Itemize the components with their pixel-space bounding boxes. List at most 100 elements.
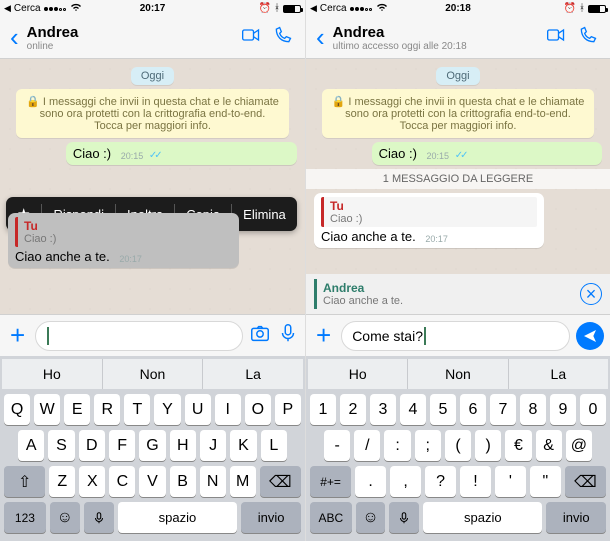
- key-K[interactable]: K: [230, 430, 256, 461]
- key-7[interactable]: 7: [490, 394, 516, 425]
- message-in-selected[interactable]: Tu Ciao :) Ciao anche a te. 20:17: [8, 213, 239, 268]
- video-call-button[interactable]: [235, 25, 267, 50]
- key-6[interactable]: 6: [460, 394, 486, 425]
- key-,[interactable]: ,: [390, 466, 421, 497]
- reply-preview-box[interactable]: Andrea Ciao anche a te.: [314, 279, 580, 309]
- symbols-key[interactable]: #+=: [310, 466, 351, 497]
- message-in[interactable]: Tu Ciao :) Ciao anche a te. 20:17: [314, 193, 544, 248]
- backspace-key[interactable]: ⌫: [260, 466, 301, 497]
- key-U[interactable]: U: [185, 394, 211, 425]
- key--[interactable]: -: [324, 430, 350, 461]
- reply-preview-close[interactable]: ×: [580, 283, 602, 305]
- key-9[interactable]: 9: [550, 394, 576, 425]
- message-out[interactable]: Ciao :) 20:15 ✓✓: [372, 142, 602, 165]
- mic-button[interactable]: [277, 322, 299, 349]
- emoji-key[interactable]: ☺: [50, 502, 80, 533]
- key-N[interactable]: N: [200, 466, 226, 497]
- key-)[interactable]: ): [475, 430, 501, 461]
- space-key[interactable]: spazio: [118, 502, 238, 533]
- key-4[interactable]: 4: [400, 394, 426, 425]
- key-€[interactable]: €: [505, 430, 531, 461]
- pred-3[interactable]: La: [202, 359, 303, 389]
- pred-1[interactable]: Ho: [2, 359, 102, 389]
- space-key[interactable]: spazio: [423, 502, 542, 533]
- key-E[interactable]: E: [64, 394, 90, 425]
- key-?[interactable]: ?: [425, 466, 456, 497]
- key-T[interactable]: T: [124, 394, 150, 425]
- key-@[interactable]: @: [566, 430, 592, 461]
- key-2[interactable]: 2: [340, 394, 366, 425]
- key-W[interactable]: W: [34, 394, 60, 425]
- key-:[interactable]: :: [384, 430, 410, 461]
- ctx-delete[interactable]: Elimina: [232, 204, 297, 224]
- key-R[interactable]: R: [94, 394, 120, 425]
- pred-1[interactable]: Ho: [308, 359, 407, 389]
- back-to-app-label[interactable]: Cerca: [320, 3, 347, 14]
- backspace-key[interactable]: ⌫: [565, 466, 606, 497]
- key-S[interactable]: S: [48, 430, 74, 461]
- voice-call-button[interactable]: [572, 25, 604, 50]
- dictation-key[interactable]: [389, 502, 419, 533]
- key-/[interactable]: /: [354, 430, 380, 461]
- key-M[interactable]: M: [230, 466, 256, 497]
- key-J[interactable]: J: [200, 430, 226, 461]
- key-'[interactable]: ': [495, 466, 526, 497]
- pred-2[interactable]: Non: [407, 359, 507, 389]
- key-Z[interactable]: Z: [49, 466, 75, 497]
- key-Y[interactable]: Y: [154, 394, 180, 425]
- emoji-key[interactable]: ☺: [356, 502, 386, 533]
- attach-button[interactable]: +: [312, 320, 335, 351]
- pred-3[interactable]: La: [508, 359, 608, 389]
- numbers-key[interactable]: 123: [4, 502, 46, 533]
- key-;[interactable]: ;: [415, 430, 441, 461]
- key-3[interactable]: 3: [370, 394, 396, 425]
- camera-button[interactable]: [249, 322, 271, 349]
- back-button[interactable]: ‹: [312, 22, 329, 53]
- key-"[interactable]: ": [530, 466, 561, 497]
- voice-call-button[interactable]: [267, 25, 299, 50]
- message-input[interactable]: Come stai?: [341, 321, 570, 351]
- key-8[interactable]: 8: [520, 394, 546, 425]
- key-.[interactable]: .: [355, 466, 386, 497]
- encryption-notice[interactable]: 🔒 I messaggi che invii in questa chat e …: [16, 89, 289, 138]
- attach-button[interactable]: +: [6, 320, 29, 351]
- key-B[interactable]: B: [170, 466, 196, 497]
- back-to-app-icon[interactable]: ◀: [310, 3, 317, 14]
- key-X[interactable]: X: [79, 466, 105, 497]
- key-F[interactable]: F: [109, 430, 135, 461]
- key-C[interactable]: C: [109, 466, 135, 497]
- key-1[interactable]: 1: [310, 394, 336, 425]
- key-V[interactable]: V: [139, 466, 165, 497]
- back-to-app-icon[interactable]: ◀: [4, 3, 11, 14]
- send-button[interactable]: [576, 322, 604, 350]
- key-D[interactable]: D: [79, 430, 105, 461]
- dictation-key[interactable]: [84, 502, 114, 533]
- back-to-app-label[interactable]: Cerca: [14, 3, 41, 14]
- key-![interactable]: !: [460, 466, 491, 497]
- key-0[interactable]: 0: [580, 394, 606, 425]
- back-button[interactable]: ‹: [6, 22, 23, 53]
- key-G[interactable]: G: [139, 430, 165, 461]
- message-out[interactable]: Ciao :) 20:15 ✓✓: [66, 142, 297, 165]
- pred-2[interactable]: Non: [102, 359, 203, 389]
- key-A[interactable]: A: [18, 430, 44, 461]
- key-H[interactable]: H: [170, 430, 196, 461]
- key-5[interactable]: 5: [430, 394, 456, 425]
- key-([interactable]: (: [445, 430, 471, 461]
- chat-area[interactable]: Oggi 🔒 I messaggi che invii in questa ch…: [306, 59, 610, 274]
- chat-area[interactable]: Oggi 🔒 I messaggi che invii in questa ch…: [0, 59, 305, 314]
- key-I[interactable]: I: [215, 394, 241, 425]
- key-P[interactable]: P: [275, 394, 301, 425]
- video-call-button[interactable]: [540, 25, 572, 50]
- header-title-area[interactable]: Andrea ultimo accesso oggi alle 20:18: [329, 24, 540, 52]
- header-title-area[interactable]: Andrea online: [23, 24, 235, 52]
- message-input[interactable]: [35, 321, 243, 351]
- key-L[interactable]: L: [261, 430, 287, 461]
- return-key[interactable]: invio: [546, 502, 606, 533]
- key-Q[interactable]: Q: [4, 394, 30, 425]
- shift-key[interactable]: ⇧: [4, 466, 45, 497]
- return-key[interactable]: invio: [241, 502, 301, 533]
- key-&[interactable]: &: [536, 430, 562, 461]
- key-O[interactable]: O: [245, 394, 271, 425]
- abc-key[interactable]: ABC: [310, 502, 352, 533]
